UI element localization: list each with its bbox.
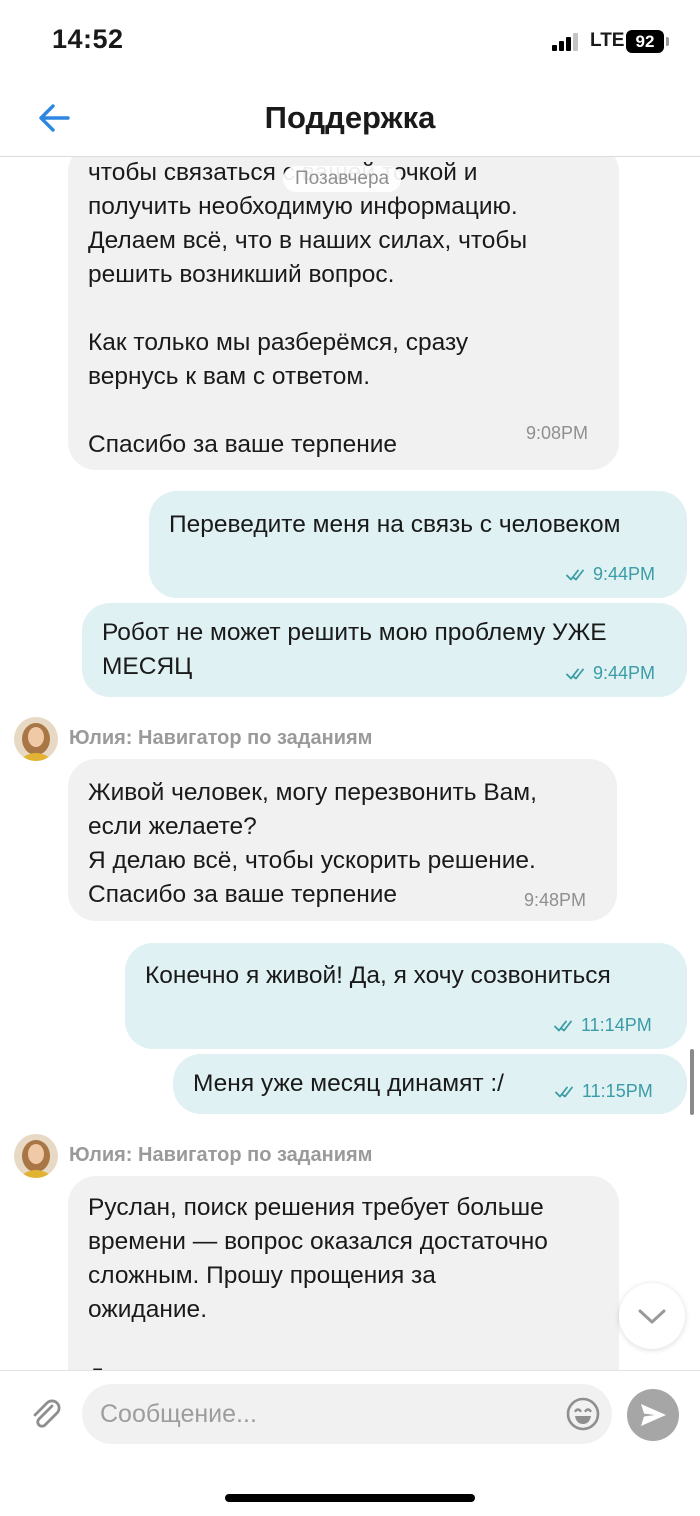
battery-tip bbox=[666, 37, 669, 46]
message-outgoing[interactable]: Робот не может решить мою проблему УЖЕ М… bbox=[82, 603, 687, 697]
message-time: 11:15PM bbox=[582, 1081, 653, 1101]
message-outgoing[interactable]: Переведите меня на связь с человеком 9:4… bbox=[149, 491, 687, 598]
smile-icon bbox=[566, 1397, 600, 1431]
message-meta: 11:15PM bbox=[555, 1074, 653, 1108]
send-button[interactable] bbox=[627, 1389, 679, 1441]
message-text: Руслан, поиск решения требует больше вре… bbox=[88, 1194, 548, 1370]
status-bar: 14:52 LTE 92 bbox=[0, 0, 700, 80]
message-incoming[interactable]: Руслан, поиск решения требует больше вре… bbox=[68, 1176, 619, 1370]
message-meta: 9:44PM bbox=[566, 656, 655, 690]
scroll-to-bottom-button[interactable] bbox=[619, 1283, 685, 1349]
message-incoming[interactable]: чтобы связаться с вашей точкой и получит… bbox=[68, 157, 619, 470]
double-check-icon bbox=[566, 569, 584, 581]
double-check-icon bbox=[554, 1020, 572, 1032]
sender-name: Юлия: Навигатор по заданиям bbox=[69, 1144, 373, 1166]
message-meta: 11:14PM bbox=[554, 1008, 652, 1042]
message-outgoing[interactable]: Конечно я живой! Да, я хочу созвониться … bbox=[125, 943, 687, 1049]
status-time: 14:52 bbox=[52, 24, 124, 54]
message-time: 9:44PM bbox=[593, 663, 656, 683]
message-incoming[interactable]: Живой человек, могу перезвонить Вам, есл… bbox=[68, 759, 617, 921]
chat-messages[interactable]: чтобы связаться с вашей точкой и получит… bbox=[0, 157, 700, 1370]
avatar[interactable] bbox=[14, 1134, 58, 1178]
message-text: чтобы связаться с вашей точкой и получит… bbox=[88, 159, 528, 458]
page-title: Поддержка bbox=[264, 100, 436, 135]
message-meta: 9:44PM bbox=[566, 557, 655, 591]
message-time: 9:44PM bbox=[593, 564, 656, 584]
chevron-down-icon bbox=[638, 1309, 666, 1324]
attach-button[interactable] bbox=[28, 1397, 64, 1433]
double-check-icon bbox=[566, 668, 584, 680]
chat-header: Поддержка bbox=[0, 80, 700, 157]
paperclip-icon bbox=[33, 1399, 61, 1428]
home-indicator bbox=[225, 1494, 475, 1502]
double-check-icon bbox=[555, 1086, 573, 1098]
message-outgoing[interactable]: Меня уже месяц динамят :/ 11:15PM bbox=[173, 1054, 687, 1114]
message-composer bbox=[0, 1370, 700, 1516]
message-text: Живой человек, могу перезвонить Вам, есл… bbox=[88, 779, 537, 908]
avatar[interactable] bbox=[14, 717, 58, 761]
date-separator: Позавчера bbox=[283, 166, 402, 192]
network-type: LTE bbox=[590, 30, 625, 51]
message-time: 9:08PM bbox=[526, 423, 589, 443]
cellular-signal-icon bbox=[552, 33, 578, 51]
sender-name: Юлия: Навигатор по заданиям bbox=[69, 727, 373, 749]
battery-icon: 92 bbox=[626, 30, 664, 53]
message-text: Конечно я живой! Да, я хочу созвониться bbox=[145, 962, 611, 989]
emoji-button[interactable] bbox=[565, 1396, 601, 1432]
message-time: 11:14PM bbox=[581, 1015, 652, 1035]
message-text: Переведите меня на связь с человеком bbox=[169, 511, 621, 538]
send-icon bbox=[641, 1404, 666, 1426]
message-time: 9:48PM bbox=[524, 890, 587, 910]
message-input[interactable] bbox=[82, 1384, 612, 1444]
scroll-indicator[interactable] bbox=[690, 1049, 694, 1115]
